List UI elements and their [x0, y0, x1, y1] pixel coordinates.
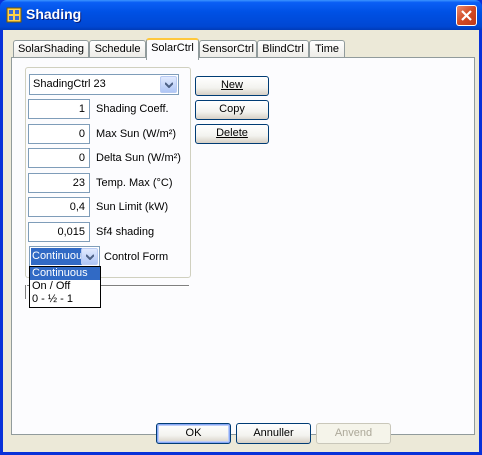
option-on-off[interactable]: On / Off — [30, 280, 100, 293]
control-form-label: Control Form — [104, 251, 169, 263]
shading-ctrl-value: ShadingCtrl 23 — [33, 78, 106, 90]
tab-solarctrl[interactable]: SolarCtrl — [146, 38, 199, 60]
delta-sun-field[interactable]: 0 — [28, 148, 90, 168]
tab-sensorctrl[interactable]: SensorCtrl — [199, 40, 257, 58]
chevron-down-icon[interactable] — [160, 76, 177, 93]
shading-coeff-field[interactable]: 1 — [28, 99, 90, 119]
shading-coeff-label: Shading Coeff. — [96, 103, 169, 115]
control-form-select[interactable]: Continuous — [29, 246, 100, 267]
sf4-shading-label: Sf4 shading — [96, 226, 155, 238]
option-continuous[interactable]: Continuous — [30, 267, 100, 280]
sf4-shading-field[interactable]: 0,015 — [28, 222, 90, 242]
new-button[interactable]: New — [195, 76, 269, 96]
new-button-label: New — [220, 79, 243, 91]
cancel-button[interactable]: Annuller — [236, 423, 311, 444]
max-sun-label: Max Sun (W/m²) — [96, 128, 177, 140]
tab-time[interactable]: Time — [309, 40, 345, 58]
ok-button[interactable]: OK — [156, 423, 231, 444]
shading-ctrl-select[interactable]: ShadingCtrl 23 — [29, 74, 179, 95]
dialog-window: Shading SolarShading Schedule SolarCtrl … — [0, 0, 482, 455]
window-icon — [6, 7, 22, 23]
copy-button[interactable]: Copy — [195, 100, 269, 120]
option-half[interactable]: 0 - ½ - 1 — [30, 293, 100, 306]
sun-limit-label: Sun Limit (kW) — [96, 201, 169, 213]
window-title: Shading — [26, 6, 82, 22]
separator-edge — [25, 285, 28, 299]
tab-schedule[interactable]: Schedule — [89, 40, 146, 58]
delete-button[interactable]: Delete — [195, 124, 269, 144]
temp-max-field[interactable]: 23 — [28, 173, 90, 193]
tab-blindctrl[interactable]: BlindCtrl — [257, 40, 309, 58]
copy-button-label: Copy — [219, 103, 245, 115]
max-sun-field[interactable]: 0 — [28, 124, 90, 144]
delta-sun-label: Delta Sun (W/m²) — [96, 152, 181, 164]
chevron-down-icon[interactable] — [81, 248, 98, 265]
title-bar[interactable]: Shading — [0, 0, 482, 30]
solarctrl-panel: ShadingCtrl 23 1 Shading Coeff. 0 Max Su… — [11, 57, 475, 435]
dialog-body: SolarShading Schedule SolarCtrl SensorCt… — [3, 30, 479, 452]
sun-limit-field[interactable]: 0,4 — [28, 197, 90, 217]
close-button[interactable] — [456, 5, 477, 26]
temp-max-label: Temp. Max (°C) — [96, 177, 173, 189]
apply-button[interactable]: Anvend — [316, 423, 391, 444]
control-form-value: Continuous — [31, 248, 82, 265]
tab-solarshading[interactable]: SolarShading — [13, 40, 89, 58]
control-form-dropdown: Continuous On / Off 0 - ½ - 1 — [29, 266, 101, 308]
delete-button-label: Delete — [216, 127, 248, 139]
